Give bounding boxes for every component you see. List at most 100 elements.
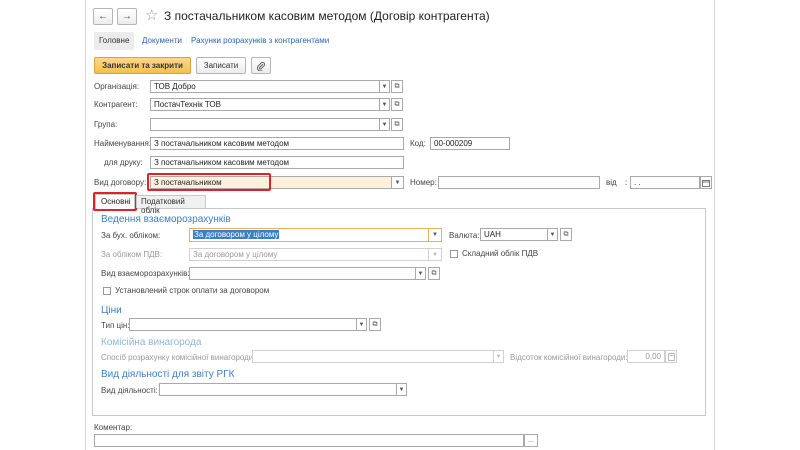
number-field[interactable] bbox=[438, 176, 600, 189]
organization-open-button[interactable]: ⧉ bbox=[391, 80, 403, 93]
contract-kind-label: Вид договору: bbox=[94, 178, 147, 187]
date-colon: : bbox=[625, 178, 628, 187]
group-field[interactable] bbox=[150, 118, 380, 131]
chevron-down-icon: ▼ bbox=[381, 121, 388, 128]
ellipsis-icon: ... bbox=[528, 437, 534, 444]
price-type-field[interactable] bbox=[129, 318, 357, 331]
open-form-icon: ⧉ bbox=[372, 320, 378, 328]
prices-section-title: Ціни bbox=[101, 305, 122, 316]
group-open-button[interactable]: ⧉ bbox=[391, 118, 403, 131]
payment-term-label: Установлений строк оплати за договором bbox=[115, 286, 270, 295]
chevron-down-icon: ▼ bbox=[495, 353, 502, 360]
chevron-down-icon: ▼ bbox=[398, 386, 405, 393]
calculator-button[interactable] bbox=[665, 350, 677, 363]
date-label: від bbox=[606, 178, 617, 187]
chevron-down-icon: ▼ bbox=[432, 251, 438, 258]
open-form-icon: ⧉ bbox=[394, 82, 400, 90]
highlight-contract-kind bbox=[147, 173, 271, 191]
code-label: Код: bbox=[410, 139, 426, 148]
chevron-down-icon: ▼ bbox=[432, 232, 438, 238]
page-title: З постачальником касовим методом (Догові… bbox=[164, 9, 490, 23]
complex-vat-label: Складний облік ПДВ bbox=[462, 249, 539, 258]
chevron-down-icon: ▼ bbox=[549, 231, 556, 238]
currency-field[interactable]: UAH bbox=[480, 228, 548, 241]
paperclip-icon bbox=[256, 61, 266, 71]
commission-section-title: Комісійна винагорода bbox=[101, 337, 202, 348]
accounting-label: За бух. обліком: bbox=[101, 231, 161, 240]
price-type-open-button[interactable]: ⧉ bbox=[369, 318, 381, 331]
calculator-icon bbox=[667, 352, 675, 361]
activity-kind-field[interactable] bbox=[159, 383, 397, 396]
commission-method-dropdown[interactable]: ▼ bbox=[494, 350, 504, 363]
tab-tax-accounting[interactable]: Податковий облік bbox=[136, 195, 206, 215]
comment-field[interactable] bbox=[94, 434, 524, 447]
price-type-label: Тип цін: bbox=[101, 321, 130, 330]
price-type-dropdown[interactable]: ▼ bbox=[357, 318, 367, 331]
chevron-down-icon: ▼ bbox=[358, 321, 365, 328]
organization-label: Організація: bbox=[94, 82, 140, 91]
tab-settlement-accounts[interactable]: Рахунки розрахунків з контрагентами bbox=[191, 36, 329, 45]
name-label: Найменування: bbox=[94, 139, 152, 148]
calendar-button[interactable] bbox=[700, 176, 712, 189]
attach-button[interactable] bbox=[251, 57, 271, 74]
contractor-label: Контрагент: bbox=[94, 100, 138, 109]
contractor-field[interactable]: ПостачТехнік ТОВ bbox=[150, 98, 380, 111]
group-label: Група: bbox=[94, 120, 118, 129]
vat-accounting-field[interactable]: За договором у цілому bbox=[189, 248, 429, 261]
group-dropdown[interactable]: ▼ bbox=[380, 118, 390, 131]
organization-dropdown[interactable]: ▼ bbox=[380, 80, 390, 93]
tab-main[interactable]: Головне bbox=[94, 32, 134, 50]
commission-method-field[interactable] bbox=[252, 350, 494, 363]
contractor-dropdown[interactable]: ▼ bbox=[380, 98, 390, 111]
complex-vat-checkbox[interactable] bbox=[450, 250, 458, 258]
chevron-down-icon: ▼ bbox=[394, 179, 401, 186]
open-form-icon: ⧉ bbox=[431, 269, 437, 277]
settlement-kind-label: Вид взаєморозрахунків: bbox=[101, 269, 190, 278]
settlement-kind-dropdown[interactable]: ▼ bbox=[416, 267, 426, 280]
settlement-kind-open-button[interactable]: ⧉ bbox=[428, 267, 440, 280]
number-label: Номер: bbox=[410, 178, 437, 187]
tab-documents[interactable]: Документи bbox=[142, 36, 182, 45]
activity-kind-label: Вид діяльності: bbox=[101, 386, 158, 395]
chevron-down-icon: ▼ bbox=[417, 270, 424, 277]
comment-label: Коментар: bbox=[94, 423, 133, 432]
code-field[interactable]: 00-000209 bbox=[430, 137, 510, 150]
settlements-section-title: Ведення взаєморозрахунків bbox=[101, 214, 231, 225]
accounting-field[interactable]: За договором у цілому bbox=[189, 228, 429, 242]
forward-button[interactable]: → bbox=[117, 8, 137, 25]
open-form-icon: ⧉ bbox=[563, 230, 569, 238]
payment-term-checkbox[interactable] bbox=[103, 287, 111, 295]
accounting-dropdown[interactable]: ▼ bbox=[429, 228, 442, 242]
open-form-icon: ⧉ bbox=[394, 120, 400, 128]
save-and-close-button[interactable]: Записати та закрити bbox=[94, 57, 191, 74]
settlement-kind-field[interactable] bbox=[189, 267, 416, 280]
print-name-label: для друку: bbox=[104, 158, 143, 167]
back-button[interactable]: ← bbox=[93, 8, 113, 25]
open-form-icon: ⧉ bbox=[394, 100, 400, 108]
date-field[interactable]: . . bbox=[630, 176, 700, 189]
activity-kind-dropdown[interactable]: ▼ bbox=[397, 383, 407, 396]
currency-open-button[interactable]: ⧉ bbox=[560, 228, 572, 241]
currency-dropdown[interactable]: ▼ bbox=[548, 228, 558, 241]
arrow-left-icon: ← bbox=[98, 11, 108, 22]
chevron-down-icon: ▼ bbox=[381, 83, 388, 90]
save-button[interactable]: Записати bbox=[196, 57, 246, 74]
commission-method-label: Спосіб розрахунку комісійної винагороди: bbox=[101, 353, 256, 362]
commission-percent-field[interactable]: 0,00 bbox=[627, 350, 665, 363]
contractor-open-button[interactable]: ⧉ bbox=[391, 98, 403, 111]
arrow-right-icon: → bbox=[122, 11, 132, 22]
contract-kind-dropdown[interactable]: ▼ bbox=[392, 176, 404, 189]
tab-main-label: Головне bbox=[99, 36, 130, 45]
chevron-down-icon: ▼ bbox=[381, 101, 388, 108]
calendar-icon bbox=[702, 179, 710, 187]
currency-label: Валюта: bbox=[449, 231, 480, 240]
print-name-field[interactable]: З постачальником касовим методом bbox=[150, 156, 404, 169]
name-field[interactable]: З постачальником касовим методом bbox=[150, 137, 404, 150]
organization-field[interactable]: ТОВ Добро bbox=[150, 80, 380, 93]
favorite-star-icon[interactable]: ☆ bbox=[145, 6, 158, 24]
commission-percent-label: Відсоток комісійної винагороди: bbox=[510, 353, 628, 362]
accounting-value: За договором у цілому bbox=[193, 230, 280, 239]
vat-accounting-dropdown[interactable]: ▼ bbox=[429, 248, 442, 261]
comment-more-button[interactable]: ... bbox=[524, 434, 538, 447]
vat-accounting-label: За обліком ПДВ: bbox=[101, 250, 163, 259]
